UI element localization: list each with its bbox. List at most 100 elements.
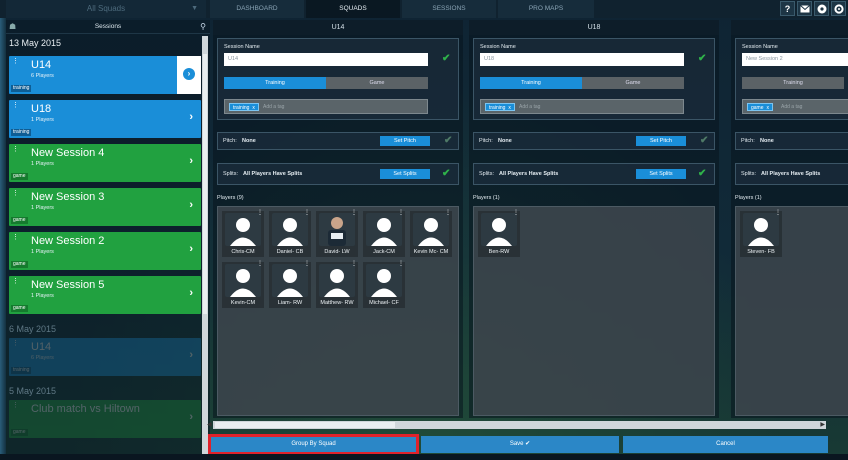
type-option-game[interactable]: Game	[582, 77, 684, 89]
set-splits-button[interactable]: Set Splits	[636, 169, 686, 179]
player-name: Chris-CM	[231, 249, 255, 255]
more-options-icon[interactable]: ⋮	[398, 210, 404, 216]
scrollbar-thumb[interactable]	[215, 422, 395, 428]
player-card[interactable]: ⋮ Daniel- CB	[269, 210, 311, 257]
drag-handle-icon[interactable]: ⋮	[12, 234, 19, 241]
chevron-right-icon[interactable]: ›	[189, 199, 193, 211]
type-option-game[interactable]: Game	[326, 77, 428, 89]
set-pitch-button[interactable]: Set Pitch	[380, 136, 430, 146]
session-item-u14[interactable]: ⋮ U14 6 Players training ›	[9, 56, 201, 94]
player-card[interactable]: ⋮ Kevin-CM	[222, 261, 264, 308]
drag-handle-icon[interactable]: ⋮	[12, 102, 19, 109]
set-splits-button[interactable]: Set Splits	[380, 169, 430, 179]
chevron-right-icon[interactable]: ›	[189, 287, 193, 299]
more-options-icon[interactable]: ⋮	[304, 210, 310, 216]
player-card[interactable]: ⋮ Steven- FB	[740, 210, 782, 257]
drag-handle-icon[interactable]: ⋮	[12, 146, 19, 153]
close-icon[interactable]: x	[508, 105, 511, 111]
more-options-icon[interactable]: ⋮	[445, 210, 451, 216]
drag-handle-icon[interactable]: ⋮	[12, 190, 19, 197]
tag-input[interactable]: game x Add a tag	[742, 99, 848, 114]
drag-handle-icon[interactable]: ⋮	[12, 340, 19, 347]
more-options-icon[interactable]: ⋮	[513, 210, 519, 216]
tab-sessions[interactable]: SESSIONS	[402, 0, 496, 18]
scrollbar-thumb[interactable]	[203, 54, 207, 314]
drag-handle-icon[interactable]: ⋮	[12, 278, 19, 285]
session-item-new-session-5[interactable]: ⋮ New Session 5 1 Players game ›	[9, 276, 201, 314]
tab-dashboard[interactable]: DASHBOARD	[210, 0, 304, 18]
tag-input[interactable]: training x Add a tag	[224, 99, 428, 114]
type-option-training[interactable]: Training	[224, 77, 326, 89]
scroll-left-icon[interactable]: ◀	[207, 421, 212, 429]
session-item-new-session-4[interactable]: ⋮ New Session 4 1 Players game ›	[9, 144, 201, 182]
type-option-training[interactable]: Training	[742, 77, 844, 89]
drag-handle-icon[interactable]: ⋮	[12, 402, 19, 409]
drag-handle-icon[interactable]: ⋮	[12, 58, 19, 65]
settings-icon[interactable]	[831, 1, 846, 16]
sidebar-scrollbar[interactable]	[202, 36, 208, 456]
session-player-count: 1 Players	[31, 161, 54, 167]
more-options-icon[interactable]: ⋮	[304, 261, 310, 267]
chevron-right-icon[interactable]: ›	[189, 243, 193, 255]
player-card[interactable]: ⋮ Liam- RW	[269, 261, 311, 308]
player-card[interactable]: ⋮ Matthew- RW	[316, 261, 358, 308]
mail-icon[interactable]	[797, 1, 812, 16]
close-icon[interactable]: x	[767, 105, 770, 111]
session-tag: training	[11, 367, 32, 374]
player-card[interactable]: ⋮ Ben-RW	[478, 210, 520, 257]
session-type-toggle[interactable]: Training Game	[224, 77, 428, 89]
tag-input[interactable]: training x Add a tag	[480, 99, 684, 114]
player-card[interactable]: ⋮ Jack-CM	[363, 210, 405, 257]
session-item-club-match[interactable]: ⋮ Club match vs Hiltown game ›	[9, 400, 201, 438]
session-name-input[interactable]: U18	[480, 53, 684, 66]
cancel-button[interactable]: Cancel	[623, 436, 828, 453]
tag-chip[interactable]: training x	[229, 103, 259, 111]
group-by-squad-button[interactable]: Group By Squad	[208, 434, 419, 455]
session-item-u14-old[interactable]: ⋮ U14 6 Players training ›	[9, 338, 201, 376]
chevron-right-icon[interactable]: ›	[189, 411, 193, 423]
ball-icon[interactable]	[814, 1, 829, 16]
session-name-input[interactable]: U14	[224, 53, 428, 66]
session-type-toggle[interactable]: Training	[742, 77, 848, 89]
avatar	[743, 213, 779, 246]
session-tag: game	[11, 173, 28, 180]
player-card[interactable]: ⋮ Chris-CM	[222, 210, 264, 257]
tag-chip[interactable]: game x	[747, 103, 774, 111]
session-name: Club match vs Hiltown	[31, 403, 140, 415]
squad-filter-dropdown[interactable]: All Squads ▼	[6, 0, 206, 18]
session-details-card: Session Name U14 ✔ Training Game trainin…	[217, 38, 459, 120]
player-name: Kevin-CM	[230, 300, 256, 306]
columns-scrollbar[interactable]: ◀ ▶	[207, 421, 826, 429]
more-options-icon[interactable]: ⋮	[257, 261, 263, 267]
player-card[interactable]: ⋮ Michael- CF	[363, 261, 405, 308]
session-item-new-session-3[interactable]: ⋮ New Session 3 1 Players game ›	[9, 188, 201, 226]
save-button[interactable]: Save ✔	[421, 436, 619, 453]
player-card[interactable]: ⋮ David- LW	[316, 210, 358, 257]
chevron-right-icon[interactable]: ›	[189, 349, 193, 361]
close-icon[interactable]: x	[252, 105, 255, 111]
chevron-right-icon[interactable]: ›	[189, 111, 193, 123]
set-pitch-button[interactable]: Set Pitch	[636, 136, 686, 146]
help-icon[interactable]: ?	[780, 1, 795, 16]
tab-pro-maps[interactable]: PRO MAPS	[498, 0, 594, 18]
session-item-new-session-2[interactable]: ⋮ New Session 2 1 Players game ›	[9, 232, 201, 270]
scroll-right-icon[interactable]: ▶	[820, 421, 825, 429]
session-name: New Session 4	[31, 147, 105, 159]
more-options-icon[interactable]: ⋮	[775, 210, 781, 216]
session-name-input[interactable]: New Session 2	[742, 53, 848, 66]
player-card[interactable]: ⋮ Kevin Mc- CM	[410, 210, 452, 257]
type-option-training[interactable]: Training	[480, 77, 582, 89]
session-type-toggle[interactable]: Training Game	[480, 77, 684, 89]
chevron-right-icon[interactable]: ›	[189, 155, 193, 167]
session-column-u14: U14 Session Name U14 ✔ Training Game tra…	[213, 20, 463, 418]
session-item-u18[interactable]: ⋮ U18 1 Players training ›	[9, 100, 201, 138]
more-options-icon[interactable]: ⋮	[257, 210, 263, 216]
chevron-right-icon[interactable]: ›	[183, 68, 195, 80]
tab-squads[interactable]: SQUADS	[306, 0, 400, 18]
more-options-icon[interactable]: ⋮	[398, 261, 404, 267]
sidebar-header: ☗ Sessions ⚲	[6, 20, 210, 34]
more-options-icon[interactable]: ⋮	[351, 210, 357, 216]
search-icon[interactable]: ⚲	[200, 20, 206, 34]
more-options-icon[interactable]: ⋮	[351, 261, 357, 267]
tag-chip[interactable]: training x	[485, 103, 515, 111]
